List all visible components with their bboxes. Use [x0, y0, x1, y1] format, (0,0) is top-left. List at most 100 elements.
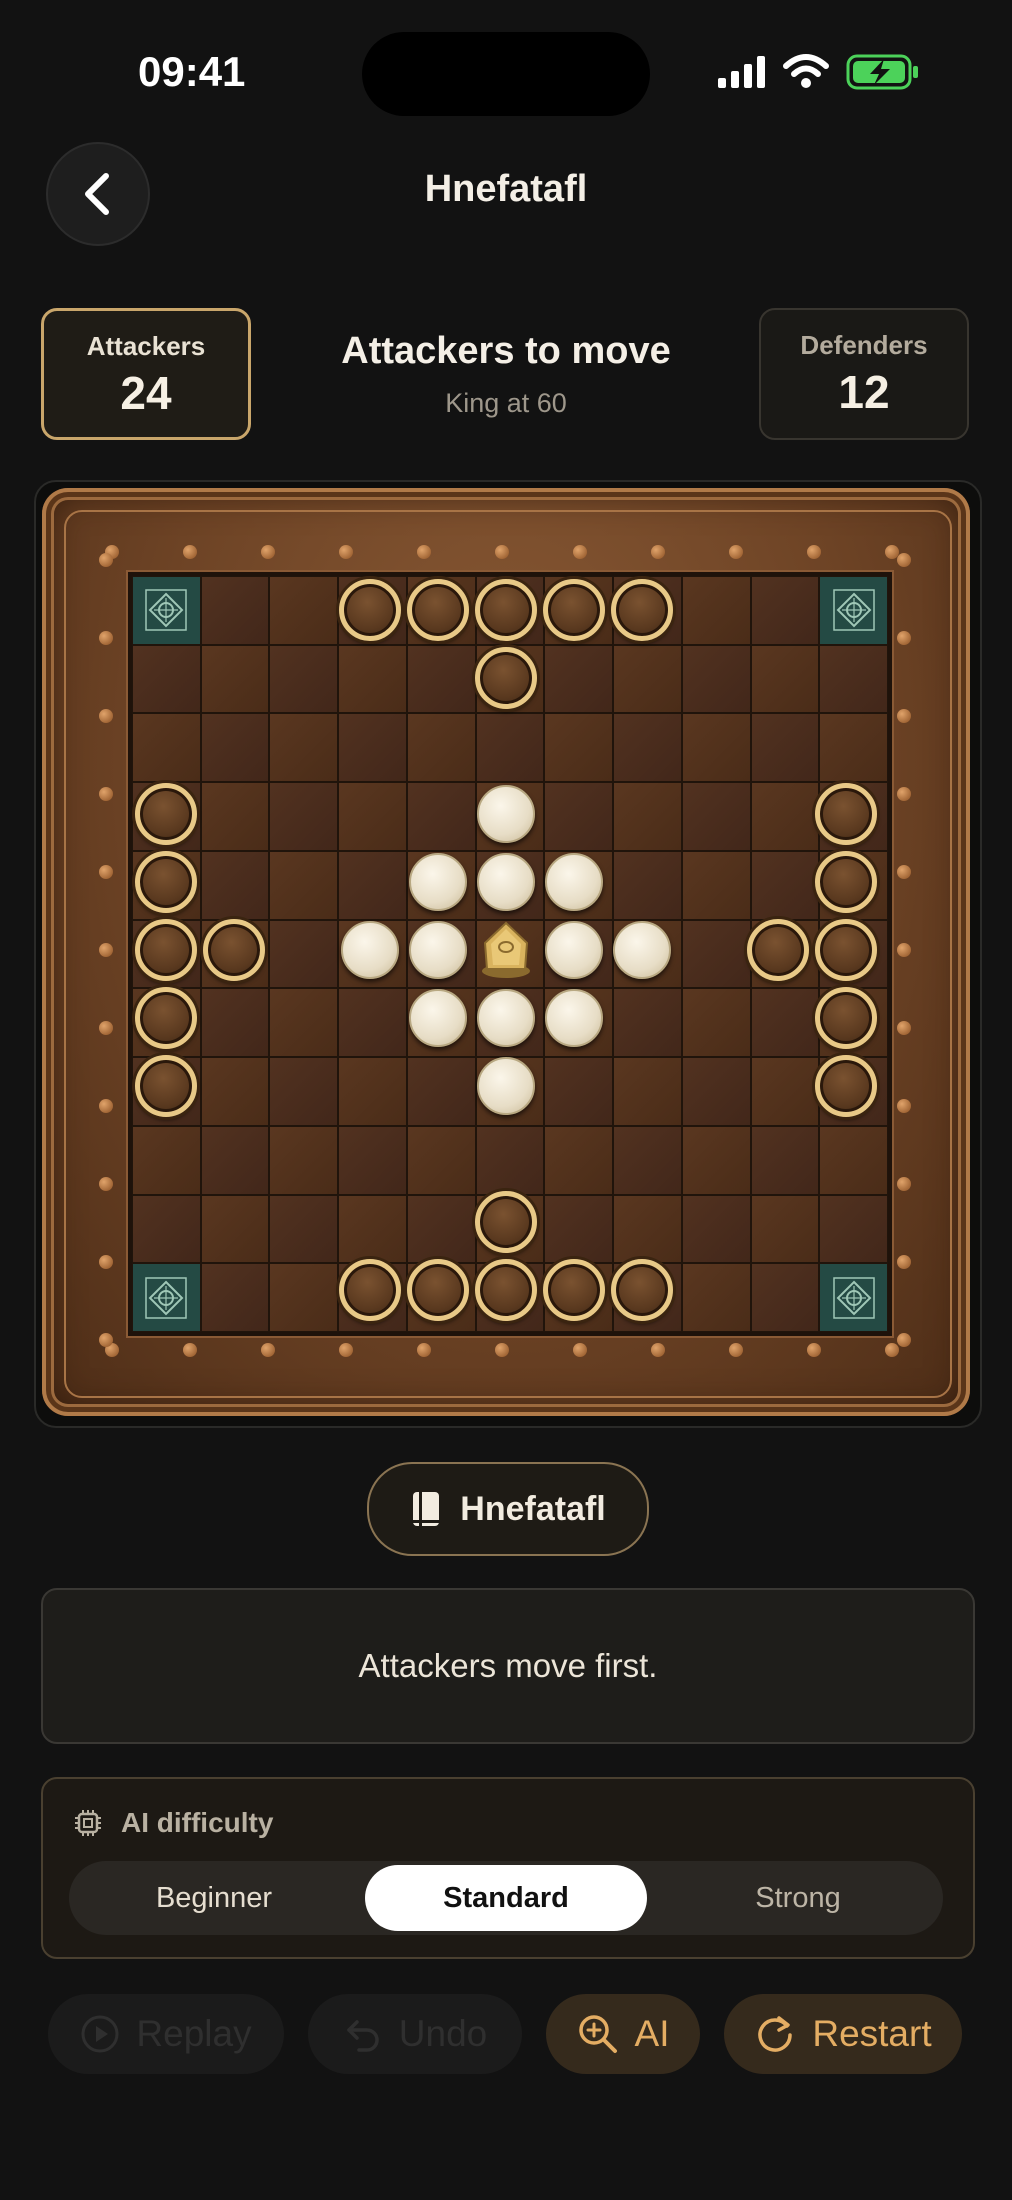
attacker-piece[interactable]: [475, 647, 537, 709]
board-square[interactable]: [613, 850, 682, 920]
board-square[interactable]: [750, 644, 820, 714]
attacker-piece[interactable]: [543, 1259, 605, 1321]
board-square[interactable]: [750, 988, 820, 1058]
attacker-piece[interactable]: [407, 1259, 469, 1321]
board-square[interactable]: [200, 1194, 270, 1264]
board-square[interactable]: [750, 713, 820, 783]
board-square[interactable]: [200, 1125, 270, 1195]
attacker-piece[interactable]: [475, 579, 537, 641]
attacker-piece[interactable]: [135, 919, 197, 981]
board-square[interactable]: [544, 713, 614, 783]
board-square[interactable]: [269, 1057, 339, 1126]
attacker-piece[interactable]: [339, 579, 401, 641]
attacker-piece[interactable]: [747, 919, 809, 981]
board-square[interactable]: [269, 1263, 339, 1332]
board-square[interactable]: [544, 1194, 614, 1264]
board-square[interactable]: [750, 850, 820, 920]
board-square[interactable]: [475, 713, 545, 783]
board-square[interactable]: [338, 782, 407, 851]
board-square[interactable]: [681, 644, 751, 714]
defender-piece[interactable]: [477, 1057, 535, 1115]
attacker-piece[interactable]: [475, 1191, 537, 1253]
board-square[interactable]: [406, 644, 476, 714]
board-square[interactable]: [750, 782, 820, 851]
undo-button[interactable]: Undo: [308, 1994, 522, 2074]
board-square[interactable]: [681, 1125, 751, 1195]
board-square[interactable]: [338, 1125, 407, 1195]
board-square[interactable]: [406, 1194, 476, 1264]
board-square[interactable]: [613, 988, 682, 1058]
difficulty-standard[interactable]: Standard: [365, 1865, 647, 1931]
board-square[interactable]: [269, 850, 339, 920]
board-square[interactable]: [750, 1125, 820, 1195]
board-square[interactable]: [200, 576, 270, 645]
king-piece[interactable]: [475, 919, 537, 981]
board-square[interactable]: [613, 1125, 682, 1195]
board-square[interactable]: [681, 576, 751, 645]
board-square[interactable]: [406, 782, 476, 851]
board-square[interactable]: [819, 644, 888, 714]
defender-piece[interactable]: [341, 921, 399, 979]
board-square[interactable]: [681, 1263, 751, 1332]
board-square[interactable]: [200, 1263, 270, 1332]
board-square[interactable]: [338, 988, 407, 1058]
attacker-piece[interactable]: [815, 783, 877, 845]
replay-button[interactable]: Replay: [48, 1994, 284, 2074]
board-square[interactable]: [200, 782, 270, 851]
board-square[interactable]: [613, 782, 682, 851]
attacker-piece[interactable]: [815, 851, 877, 913]
board-square[interactable]: [269, 919, 339, 989]
defender-piece[interactable]: [545, 989, 603, 1047]
board-square[interactable]: [338, 713, 407, 783]
board-square[interactable]: [200, 988, 270, 1058]
board-square[interactable]: [544, 644, 614, 714]
defender-piece[interactable]: [409, 921, 467, 979]
defender-piece[interactable]: [545, 921, 603, 979]
attacker-piece[interactable]: [475, 1259, 537, 1321]
defender-piece[interactable]: [545, 853, 603, 911]
board-square[interactable]: [475, 1125, 545, 1195]
board-square[interactable]: [338, 850, 407, 920]
board-square[interactable]: [681, 1194, 751, 1264]
attacker-piece[interactable]: [135, 987, 197, 1049]
board-square[interactable]: [132, 1194, 201, 1264]
board-square[interactable]: [269, 782, 339, 851]
attacker-piece[interactable]: [815, 919, 877, 981]
board-square[interactable]: [132, 644, 201, 714]
board-square[interactable]: [269, 644, 339, 714]
board-square[interactable]: [681, 850, 751, 920]
board-square[interactable]: [613, 644, 682, 714]
board-square[interactable]: [750, 1057, 820, 1126]
defender-piece[interactable]: [409, 989, 467, 1047]
board-square[interactable]: [681, 713, 751, 783]
attacker-piece[interactable]: [543, 579, 605, 641]
board-square[interactable]: [338, 644, 407, 714]
attacker-piece[interactable]: [339, 1259, 401, 1321]
defender-piece[interactable]: [613, 921, 671, 979]
board-square[interactable]: [681, 919, 751, 989]
board-square[interactable]: [269, 1194, 339, 1264]
board-square[interactable]: [613, 1057, 682, 1126]
restart-button[interactable]: Restart: [724, 1994, 962, 2074]
attacker-piece[interactable]: [135, 851, 197, 913]
board-square[interactable]: [269, 1125, 339, 1195]
board-square[interactable]: [681, 988, 751, 1058]
attacker-piece[interactable]: [407, 579, 469, 641]
defender-piece[interactable]: [477, 989, 535, 1047]
board-square[interactable]: [681, 782, 751, 851]
board-square[interactable]: [200, 713, 270, 783]
attacker-piece[interactable]: [203, 919, 265, 981]
board-square[interactable]: [269, 988, 339, 1058]
board-square[interactable]: [200, 850, 270, 920]
difficulty-strong[interactable]: Strong: [657, 1865, 939, 1931]
attacker-piece[interactable]: [135, 783, 197, 845]
board-square[interactable]: [613, 713, 682, 783]
board-square[interactable]: [269, 713, 339, 783]
board-square[interactable]: [819, 1194, 888, 1264]
attacker-piece[interactable]: [135, 1055, 197, 1117]
defender-piece[interactable]: [477, 785, 535, 843]
board-square[interactable]: [406, 713, 476, 783]
board-square[interactable]: [750, 1194, 820, 1264]
board-square[interactable]: [338, 1194, 407, 1264]
defender-piece[interactable]: [477, 853, 535, 911]
